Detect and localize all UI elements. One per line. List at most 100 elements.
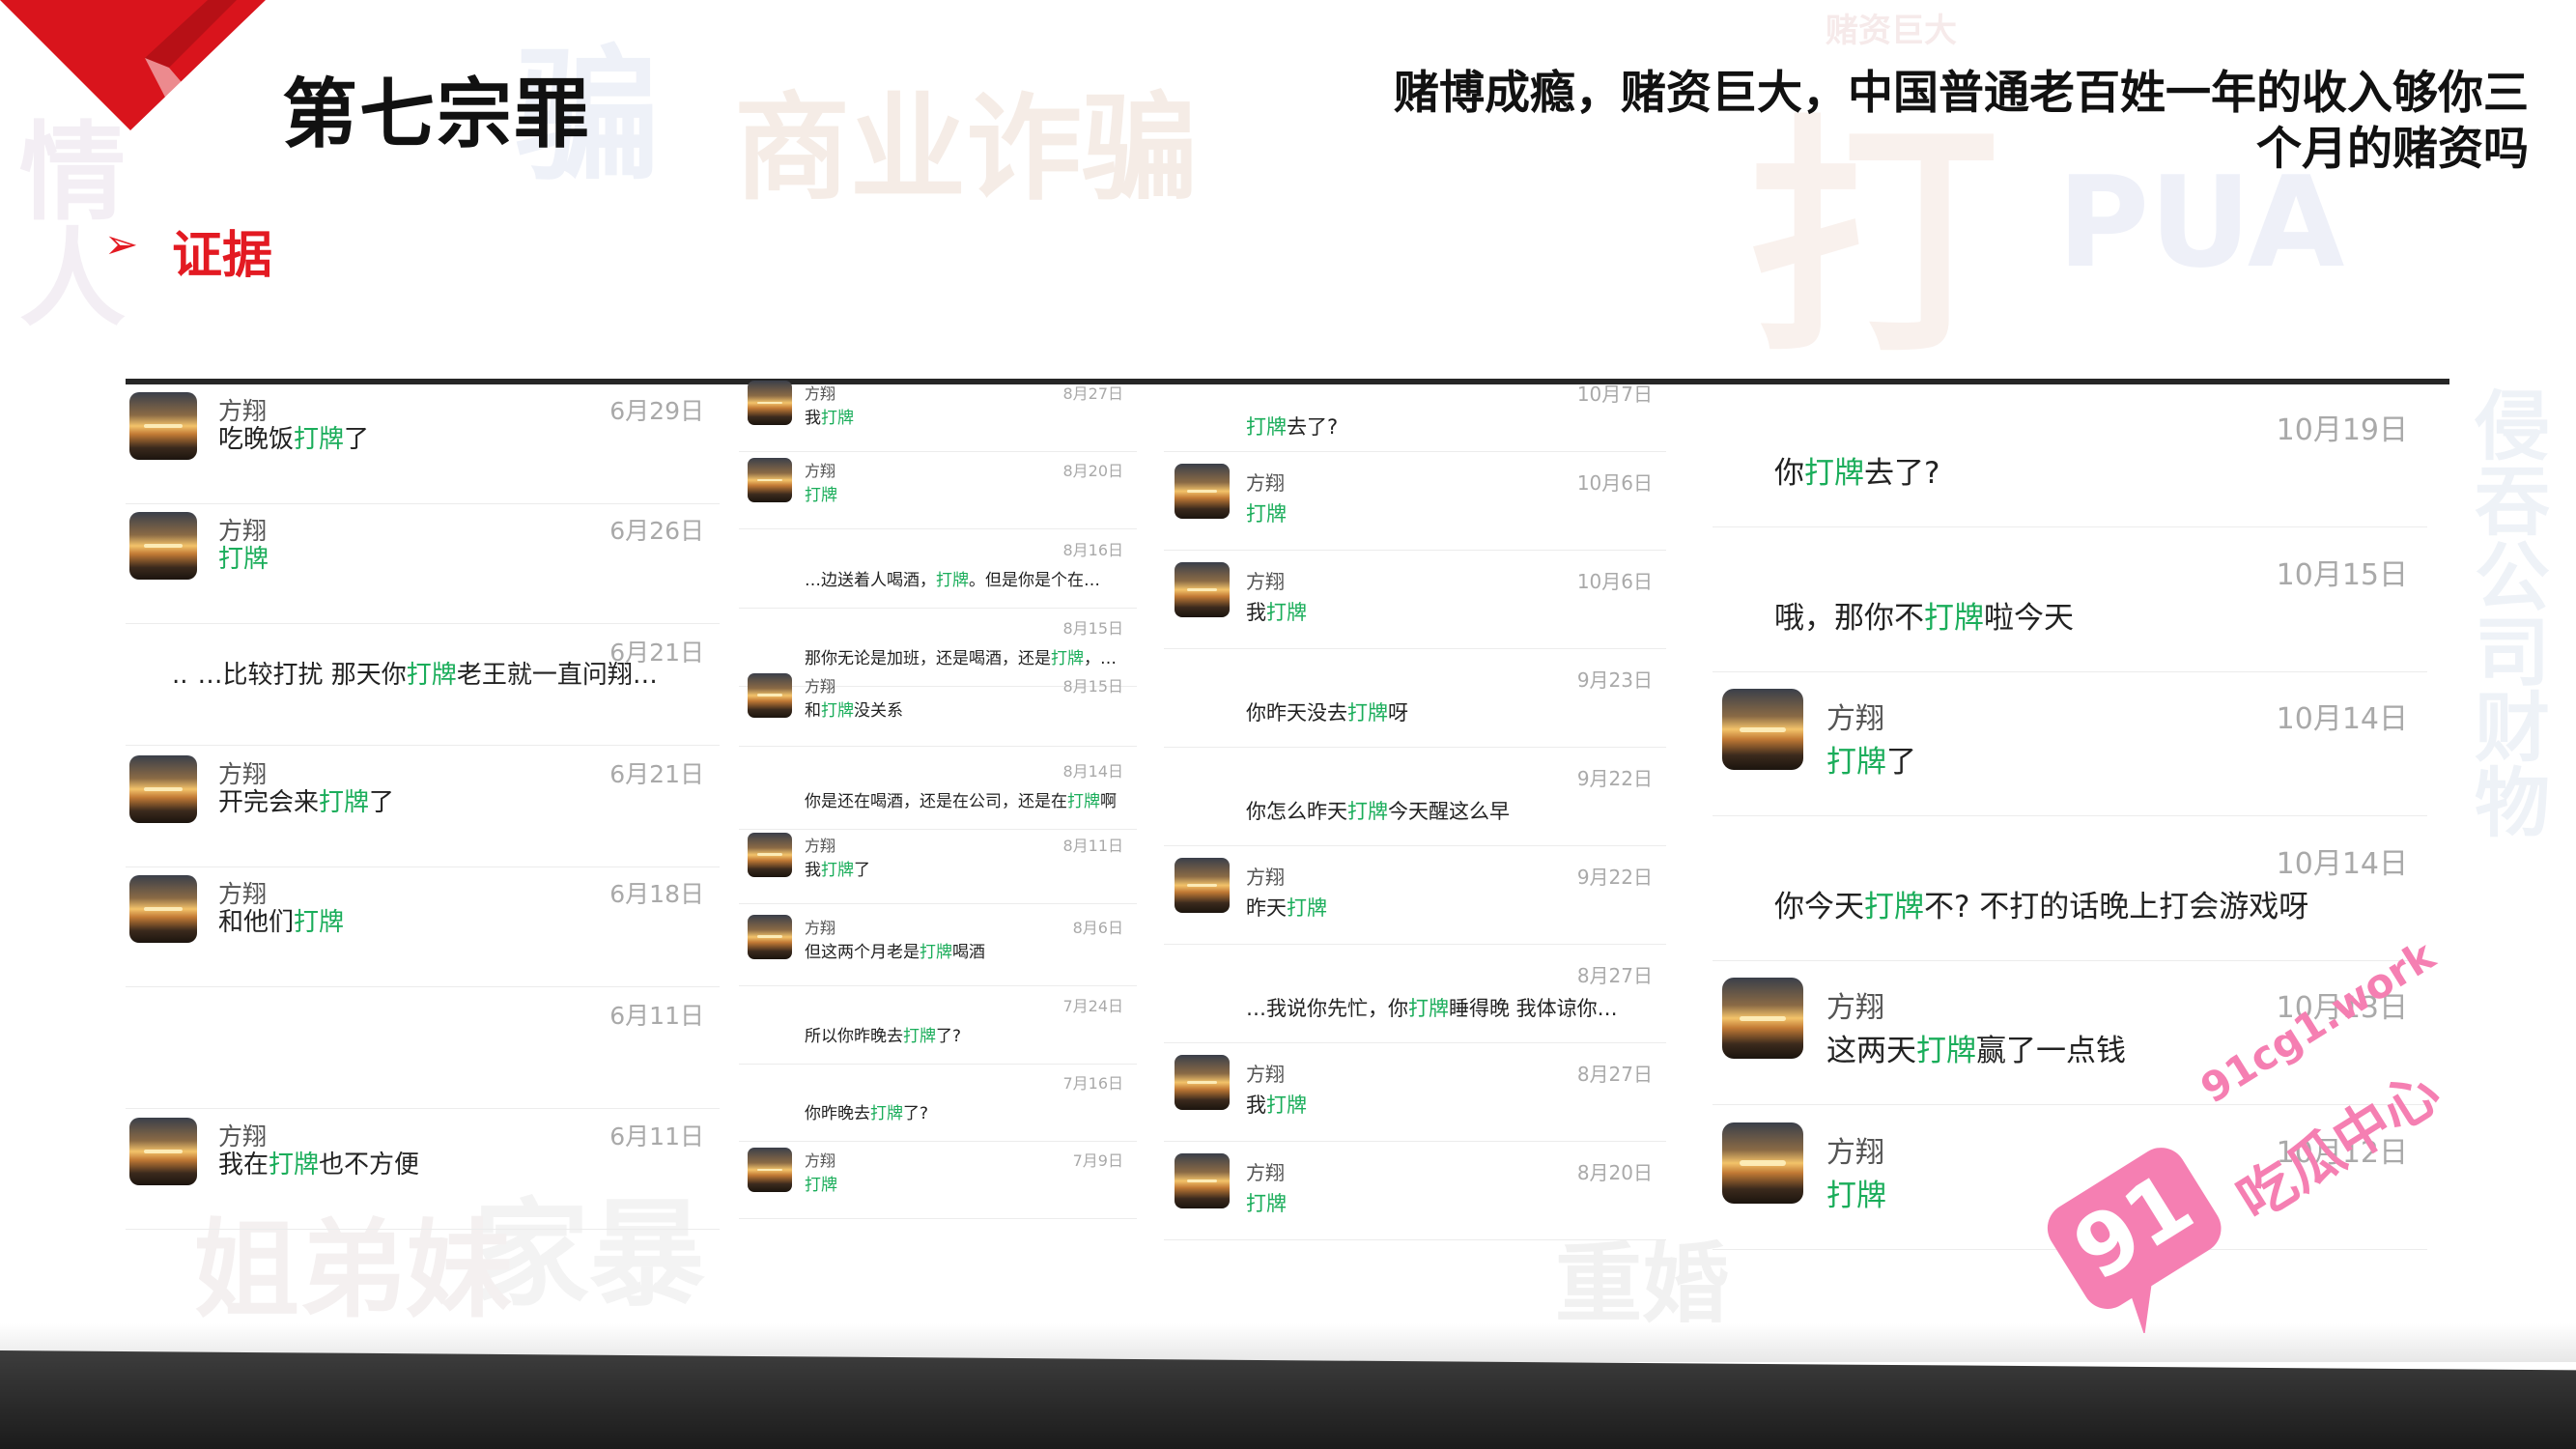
message-text: 你怎么昨天打牌今天醒这么早 [1246, 796, 1510, 825]
message-text: 我打牌 [805, 404, 854, 428]
chat-message-row[interactable]: 8月27日 …我说你先忙，你打牌睡得晚 我体谅你… [1164, 947, 1666, 1043]
sender-name: 方翔 [805, 836, 836, 855]
message-text: 我打牌了 [805, 856, 870, 880]
message-suffix: 老王就一直问翔… [456, 660, 658, 690]
message-date: 7月9日 [1072, 1151, 1123, 1170]
avatar [129, 392, 197, 460]
chat-message-row[interactable]: 方翔 8月27日 我打牌 [739, 375, 1137, 452]
bg-word: PUA [2057, 149, 2345, 296]
keyword-highlight: 打牌 [1347, 799, 1388, 823]
chat-message-row[interactable]: 10月14日 你今天打牌不? 不打的话晚上打会游戏呀 [1713, 818, 2427, 961]
chat-message-row[interactable]: 方翔 8月27日 我打牌 [1164, 1045, 1666, 1142]
message-text: 哦，那你不打牌啦今天 [1774, 593, 2074, 637]
sender-name: 方翔 [1246, 865, 1285, 889]
avatar [1722, 1122, 1803, 1204]
message-text: 那你无论是加班，还是喝酒，还是打牌，… [805, 644, 1117, 668]
message-prefix: 这两天 [1826, 1034, 1916, 1069]
chat-message-row[interactable]: 方翔 6月26日 打牌 [126, 504, 720, 625]
bg-word: 商业诈骗 [734, 82, 1198, 216]
avatar [748, 457, 792, 502]
keyword-highlight: 打牌 [319, 787, 370, 817]
chat-message-row[interactable]: 8月14日 你是还在喝酒，还是在公司，还是在打牌啊 [739, 753, 1137, 830]
keyword-highlight: 打牌 [821, 860, 854, 880]
chat-message-row[interactable]: 10月15日哦，那你不打牌啦今天 [1713, 529, 2427, 672]
message-text: .. …比较打扰 那天你打牌老王就一直问翔… [172, 655, 658, 691]
message-date: 6月11日 [609, 1122, 704, 1151]
message-date: 8月6日 [1072, 918, 1123, 937]
message-text: 打牌 [805, 481, 837, 505]
keyword-highlight: 打牌 [269, 1151, 320, 1180]
message-suffix: 了 [369, 787, 395, 817]
chat-message-row[interactable]: 方翔 8月15日 和打牌没关系 [739, 668, 1137, 747]
keyword-highlight: 打牌 [1916, 1034, 1976, 1069]
message-text: 吃晚饭打牌了 [218, 419, 369, 455]
avatar [1175, 857, 1230, 913]
message-prefix: …边送着人喝酒， [805, 570, 936, 590]
chat-message-row[interactable]: 方翔 8月20日 打牌 [1164, 1144, 1666, 1240]
chat-message-row[interactable]: 10月7日 打牌去了? [1164, 365, 1666, 452]
chat-message-row[interactable]: 9月22日 你怎么昨天打牌今天醒这么早 [1164, 750, 1666, 846]
message-date: 8月27日 [1576, 963, 1653, 987]
message-suffix: 啊 [1100, 792, 1117, 811]
chat-message-row[interactable]: 方翔 6月29日 吃晚饭打牌了 [126, 384, 720, 504]
message-date: 9月23日 [1576, 668, 1653, 692]
message-text: 打牌了 [1826, 737, 1916, 781]
chat-message-row[interactable]: 10月19日 你打牌去了? [1713, 384, 2427, 527]
message-date: 10月14日 [2276, 702, 2408, 737]
message-text: 和打牌没关系 [805, 696, 903, 721]
chat-message-row[interactable]: 方翔 10月6日 打牌 [1164, 454, 1666, 551]
chat-message-row[interactable]: 方翔 7月9日 打牌 [739, 1142, 1137, 1219]
message-prefix: 你昨天没去 [1246, 700, 1347, 724]
avatar [129, 754, 197, 823]
message-prefix: 我 [1246, 600, 1266, 624]
chat-message-row[interactable]: 8月16日 …边送着人喝酒，打牌。但是你是个在… [739, 531, 1137, 609]
sender-name: 方翔 [1826, 991, 1884, 1026]
message-date: 8月27日 [1576, 1062, 1653, 1086]
avatar [1175, 1054, 1230, 1110]
chat-message-row[interactable]: 方翔 6月11日 我在打牌也不方便 [126, 1110, 720, 1231]
chat-message-row[interactable]: 7月24日 所以你昨晚去打牌了? [739, 987, 1137, 1065]
message-text: 打牌 [1826, 1171, 1886, 1214]
message-date: 8月20日 [1576, 1160, 1653, 1184]
message-text: 你是还在喝酒，还是在公司，还是在打牌啊 [805, 787, 1117, 811]
message-prefix: 但这两个月老是 [805, 942, 920, 962]
bg-word: 重婚 [1555, 1234, 1729, 1335]
chat-message-row[interactable]: 方翔 6月18日 和他们打牌 [126, 867, 720, 987]
chat-message-row[interactable]: 7月16日 你昨晚去打牌了? [739, 1065, 1137, 1142]
sender-name: 方翔 [1246, 1062, 1285, 1086]
arrow-bullet-icon: ➢ [104, 220, 139, 268]
chat-message-row[interactable]: 方翔 10月14日 打牌了 [1713, 673, 2427, 817]
avatar [748, 381, 792, 425]
message-suffix: 呀 [1388, 700, 1408, 724]
chat-message-row[interactable]: 6月11日 [126, 989, 720, 1109]
message-date: 10月15日 [2276, 557, 2408, 592]
avatar [129, 1118, 197, 1186]
message-suffix: 去了? [1287, 415, 1339, 439]
keyword-highlight: 打牌 [1864, 889, 1924, 924]
chat-message-row[interactable]: 方翔 8月6日 但这两个月老是打牌喝酒 [739, 909, 1137, 986]
subtitle-line: 赌博成瘾，赌资巨大，中国普通老百姓一年的收入够你三 [1394, 67, 2529, 120]
chat-message-row[interactable]: 方翔 8月11日 我打牌了 [739, 827, 1137, 904]
chat-message-row[interactable]: 方翔 10月6日 我打牌 [1164, 553, 1666, 649]
message-prefix: 昨天 [1246, 895, 1287, 920]
avatar [1175, 463, 1230, 519]
keyword-highlight: 打牌 [1246, 415, 1287, 439]
message-text: 打牌 [1246, 1188, 1287, 1217]
keyword-highlight: 打牌 [1826, 1179, 1886, 1213]
message-date: 8月15日 [1062, 676, 1123, 696]
message-text: 昨天打牌 [1246, 893, 1327, 922]
message-text: 打牌去了? [1246, 412, 1338, 440]
avatar [129, 874, 197, 943]
message-date: 8月15日 [1062, 619, 1123, 639]
sender-name: 方翔 [1246, 569, 1285, 593]
chat-message-row[interactable]: 方翔 9月22日 昨天打牌 [1164, 848, 1666, 945]
message-suffix: 。但是你是个在… [969, 570, 1100, 590]
chat-message-row[interactable]: 9月23日 你昨天没去打牌呀 [1164, 651, 1666, 748]
chat-message-row[interactable]: 方翔 6月21日 开完会来打牌了 [126, 748, 720, 867]
keyword-highlight: 打牌 [1246, 1191, 1287, 1215]
chat-message-row[interactable]: 6月21日.. …比较打扰 那天你打牌老王就一直问翔… [126, 626, 720, 746]
sender-name: 方翔 [805, 461, 836, 480]
avatar [748, 672, 792, 718]
message-text: …我说你先忙，你打牌睡得晚 我体谅你… [1246, 993, 1618, 1022]
chat-message-row[interactable]: 方翔 8月20日 打牌 [739, 452, 1137, 529]
